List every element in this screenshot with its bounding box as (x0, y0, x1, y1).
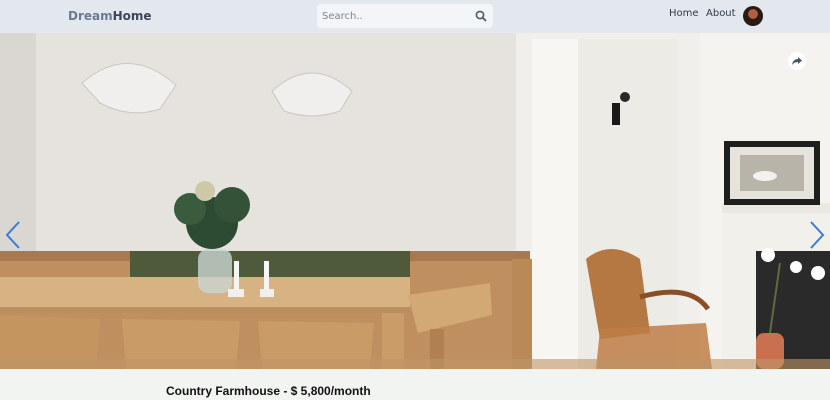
search-input[interactable] (317, 4, 467, 28)
chevron-left-icon[interactable] (4, 220, 22, 250)
dining-room-image (0, 33, 830, 369)
nav-about-link[interactable]: About (706, 8, 736, 19)
brand-part2: Home (112, 9, 152, 23)
nav-home-link[interactable]: Home (669, 8, 699, 19)
brand-part1: Dream (68, 9, 113, 23)
search-bar (317, 4, 493, 28)
listing-photo (0, 33, 830, 369)
brand-logo[interactable]: DreamHome (68, 9, 152, 23)
avatar[interactable] (743, 6, 763, 26)
share-icon (792, 57, 802, 65)
listing-caption: Country Farmhouse - $ 5,800/month (166, 384, 371, 398)
chevron-right-icon[interactable] (808, 220, 826, 250)
top-navbar: DreamHome Home About (0, 0, 830, 33)
search-icon[interactable] (474, 9, 488, 23)
share-button[interactable] (788, 52, 806, 70)
